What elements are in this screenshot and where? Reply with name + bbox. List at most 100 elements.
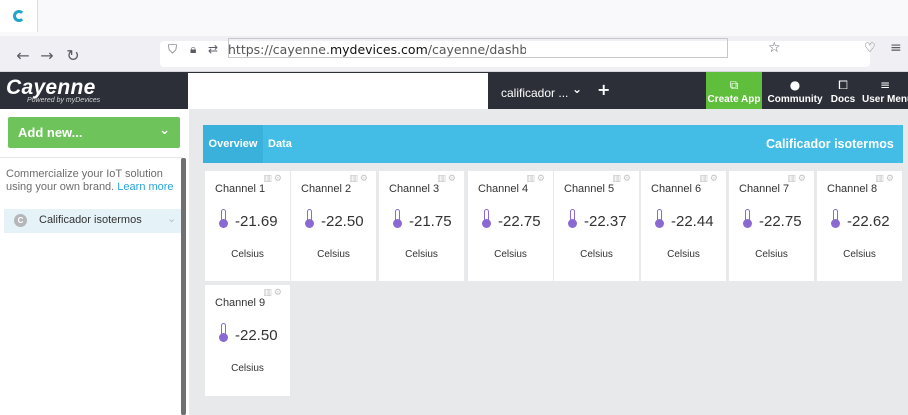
- gear-icon[interactable]: ⚙: [274, 288, 284, 298]
- chevron-down-icon[interactable]: ⌄: [167, 212, 176, 225]
- widget-name: Channel 7: [739, 183, 790, 195]
- widget-card[interactable]: ▥⚙ Channel 8 -22.62 Celsius: [817, 171, 902, 281]
- community-button[interactable]: ● Community: [766, 72, 824, 109]
- widget-tools[interactable]: ▥⚙: [612, 174, 633, 184]
- widget-unit: Celsius: [755, 249, 788, 260]
- gear-icon[interactable]: ⚙: [537, 174, 547, 184]
- widget-value: -22.62: [847, 213, 890, 230]
- widget-unit: Celsius: [317, 249, 350, 260]
- widget-tools[interactable]: ▥⚙: [349, 174, 370, 184]
- widget-card[interactable]: ▥⚙ Channel 1 -21.69 Celsius: [205, 171, 290, 281]
- widget-card[interactable]: ▥⚙ Channel 3 -21.75 Celsius: [379, 171, 464, 281]
- widget-name: Channel 6: [651, 183, 702, 195]
- widget-tools[interactable]: ▥⚙: [875, 174, 896, 184]
- thermometer-icon: [482, 209, 492, 229]
- sidebar-item-device[interactable]: C Calificador isotermos ⌄: [4, 209, 181, 233]
- widget-unit: Celsius: [580, 249, 613, 260]
- widget-tools[interactable]: ▥⚙: [787, 174, 808, 184]
- device-selector-label[interactable]: calificador ...: [501, 86, 568, 100]
- widget-name: Channel 5: [564, 183, 615, 195]
- widget-value: -21.69: [235, 213, 278, 230]
- gear-icon[interactable]: ⚙: [623, 174, 633, 184]
- bookmark-star-icon[interactable]: ☆: [768, 40, 781, 56]
- create-app-icon: ⧉: [729, 78, 739, 92]
- create-app-label: Create App: [707, 94, 761, 105]
- widget-value: -21.75: [409, 213, 452, 230]
- widget-value: -22.50: [321, 213, 364, 230]
- thermometer-icon: [568, 209, 578, 229]
- dashboard-title: Calificador isotermos: [766, 137, 894, 151]
- widget-name: Channel 3: [389, 183, 440, 195]
- widget-name: Channel 4: [478, 183, 529, 195]
- sidebar: [0, 109, 189, 415]
- cayenne-favicon-icon: [12, 10, 25, 22]
- gear-icon[interactable]: ⚙: [886, 174, 896, 184]
- add-device-plus-icon[interactable]: +: [597, 80, 610, 99]
- community-label: Community: [767, 94, 823, 105]
- gear-icon[interactable]: ⚙: [360, 174, 370, 184]
- tab-overview[interactable]: Overview: [203, 125, 263, 163]
- thermometer-icon: [219, 209, 229, 229]
- thermometer-icon: [305, 209, 315, 229]
- widget-name: Channel 8: [827, 183, 878, 195]
- gear-icon[interactable]: ⚙: [448, 174, 458, 184]
- widget-card[interactable]: ▥⚙ Channel 9 -22.50 Celsius: [205, 285, 290, 396]
- widget-value: -22.75: [759, 213, 802, 230]
- learn-more-link[interactable]: Learn more: [117, 181, 173, 193]
- widget-value: -22.50: [235, 327, 278, 344]
- browser-menu-icon[interactable]: ≡: [890, 40, 902, 56]
- widget-unit: Celsius: [405, 249, 438, 260]
- create-app-button[interactable]: ⧉ Create App: [706, 72, 762, 109]
- thermometer-icon: [655, 209, 665, 229]
- widget-card[interactable]: ▥⚙ Channel 2 -22.50 Celsius: [291, 171, 376, 281]
- shield-icon[interactable]: ⛉: [168, 42, 177, 57]
- permissions-icon[interactable]: ⇄: [208, 42, 218, 56]
- widget-tools[interactable]: ▥⚙: [437, 174, 458, 184]
- pocket-icon[interactable]: ♡: [864, 41, 876, 56]
- widget-unit: Celsius: [667, 249, 700, 260]
- widget-card[interactable]: ▥⚙ Channel 6 -22.44 Celsius: [641, 171, 726, 281]
- gear-icon[interactable]: ⚙: [798, 174, 808, 184]
- gear-icon[interactable]: ⚙: [274, 174, 284, 184]
- widget-card[interactable]: ▥⚙ Channel 7 -22.75 Celsius: [729, 171, 814, 281]
- device-dropdown-chevron-icon[interactable]: ⌄: [572, 82, 582, 96]
- browser-tab-strip: [0, 0, 908, 36]
- thermometer-icon: [831, 209, 841, 229]
- chevron-down-icon: ⌄: [159, 123, 170, 138]
- hamburger-menu-icon: ≡: [879, 78, 891, 92]
- add-new-button[interactable]: Add new... ⌄: [8, 117, 180, 148]
- widget-tools[interactable]: ▥⚙: [263, 174, 284, 184]
- widget-tools[interactable]: ▥⚙: [263, 288, 284, 298]
- url-text[interactable]: https://cayenne.mydevices.com/cayenne/da…: [228, 42, 526, 57]
- lock-icon[interactable]: 🔒︎: [190, 42, 196, 57]
- widget-tools[interactable]: ▥⚙: [699, 174, 720, 184]
- gear-icon[interactable]: ⚙: [710, 174, 720, 184]
- widget-value: -22.75: [498, 213, 541, 230]
- widget-card[interactable]: ▥⚙ Channel 5 -22.37 Celsius: [554, 171, 639, 281]
- tab-data[interactable]: Data: [268, 125, 292, 163]
- docs-button[interactable]: ⧠ Docs: [828, 72, 858, 109]
- community-icon: ●: [789, 78, 801, 92]
- sidebar-item-label: Calificador isotermos: [39, 214, 142, 226]
- add-new-label: Add new...: [18, 125, 83, 140]
- widget-tools[interactable]: ▥⚙: [526, 174, 547, 184]
- widget-name: Channel 1: [215, 183, 266, 195]
- widget-unit: Celsius: [494, 249, 527, 260]
- browser-tab[interactable]: [0, 0, 38, 32]
- sidebar-scrollbar[interactable]: [181, 158, 186, 415]
- promo-text: Commercialize your IoT solution using yo…: [6, 168, 178, 194]
- widget-unit: Celsius: [231, 249, 264, 260]
- header-search-area: [188, 73, 488, 109]
- widget-name: Channel 9: [215, 297, 266, 309]
- user-menu-label: User Menu: [862, 94, 908, 105]
- widget-unit: Celsius: [231, 363, 264, 374]
- device-icon: C: [14, 214, 27, 227]
- forward-arrow-icon[interactable]: →: [36, 44, 58, 66]
- back-arrow-icon[interactable]: ←: [12, 44, 34, 66]
- reload-icon[interactable]: ↻: [62, 44, 84, 66]
- widget-card[interactable]: ▥⚙ Channel 4 -22.75 Celsius: [468, 171, 553, 281]
- user-menu-button[interactable]: ≡ User Menu: [862, 72, 908, 109]
- thermometer-icon: [393, 209, 403, 229]
- widget-name: Channel 2: [301, 183, 352, 195]
- logo-subtitle: Powered by myDevices: [27, 97, 101, 104]
